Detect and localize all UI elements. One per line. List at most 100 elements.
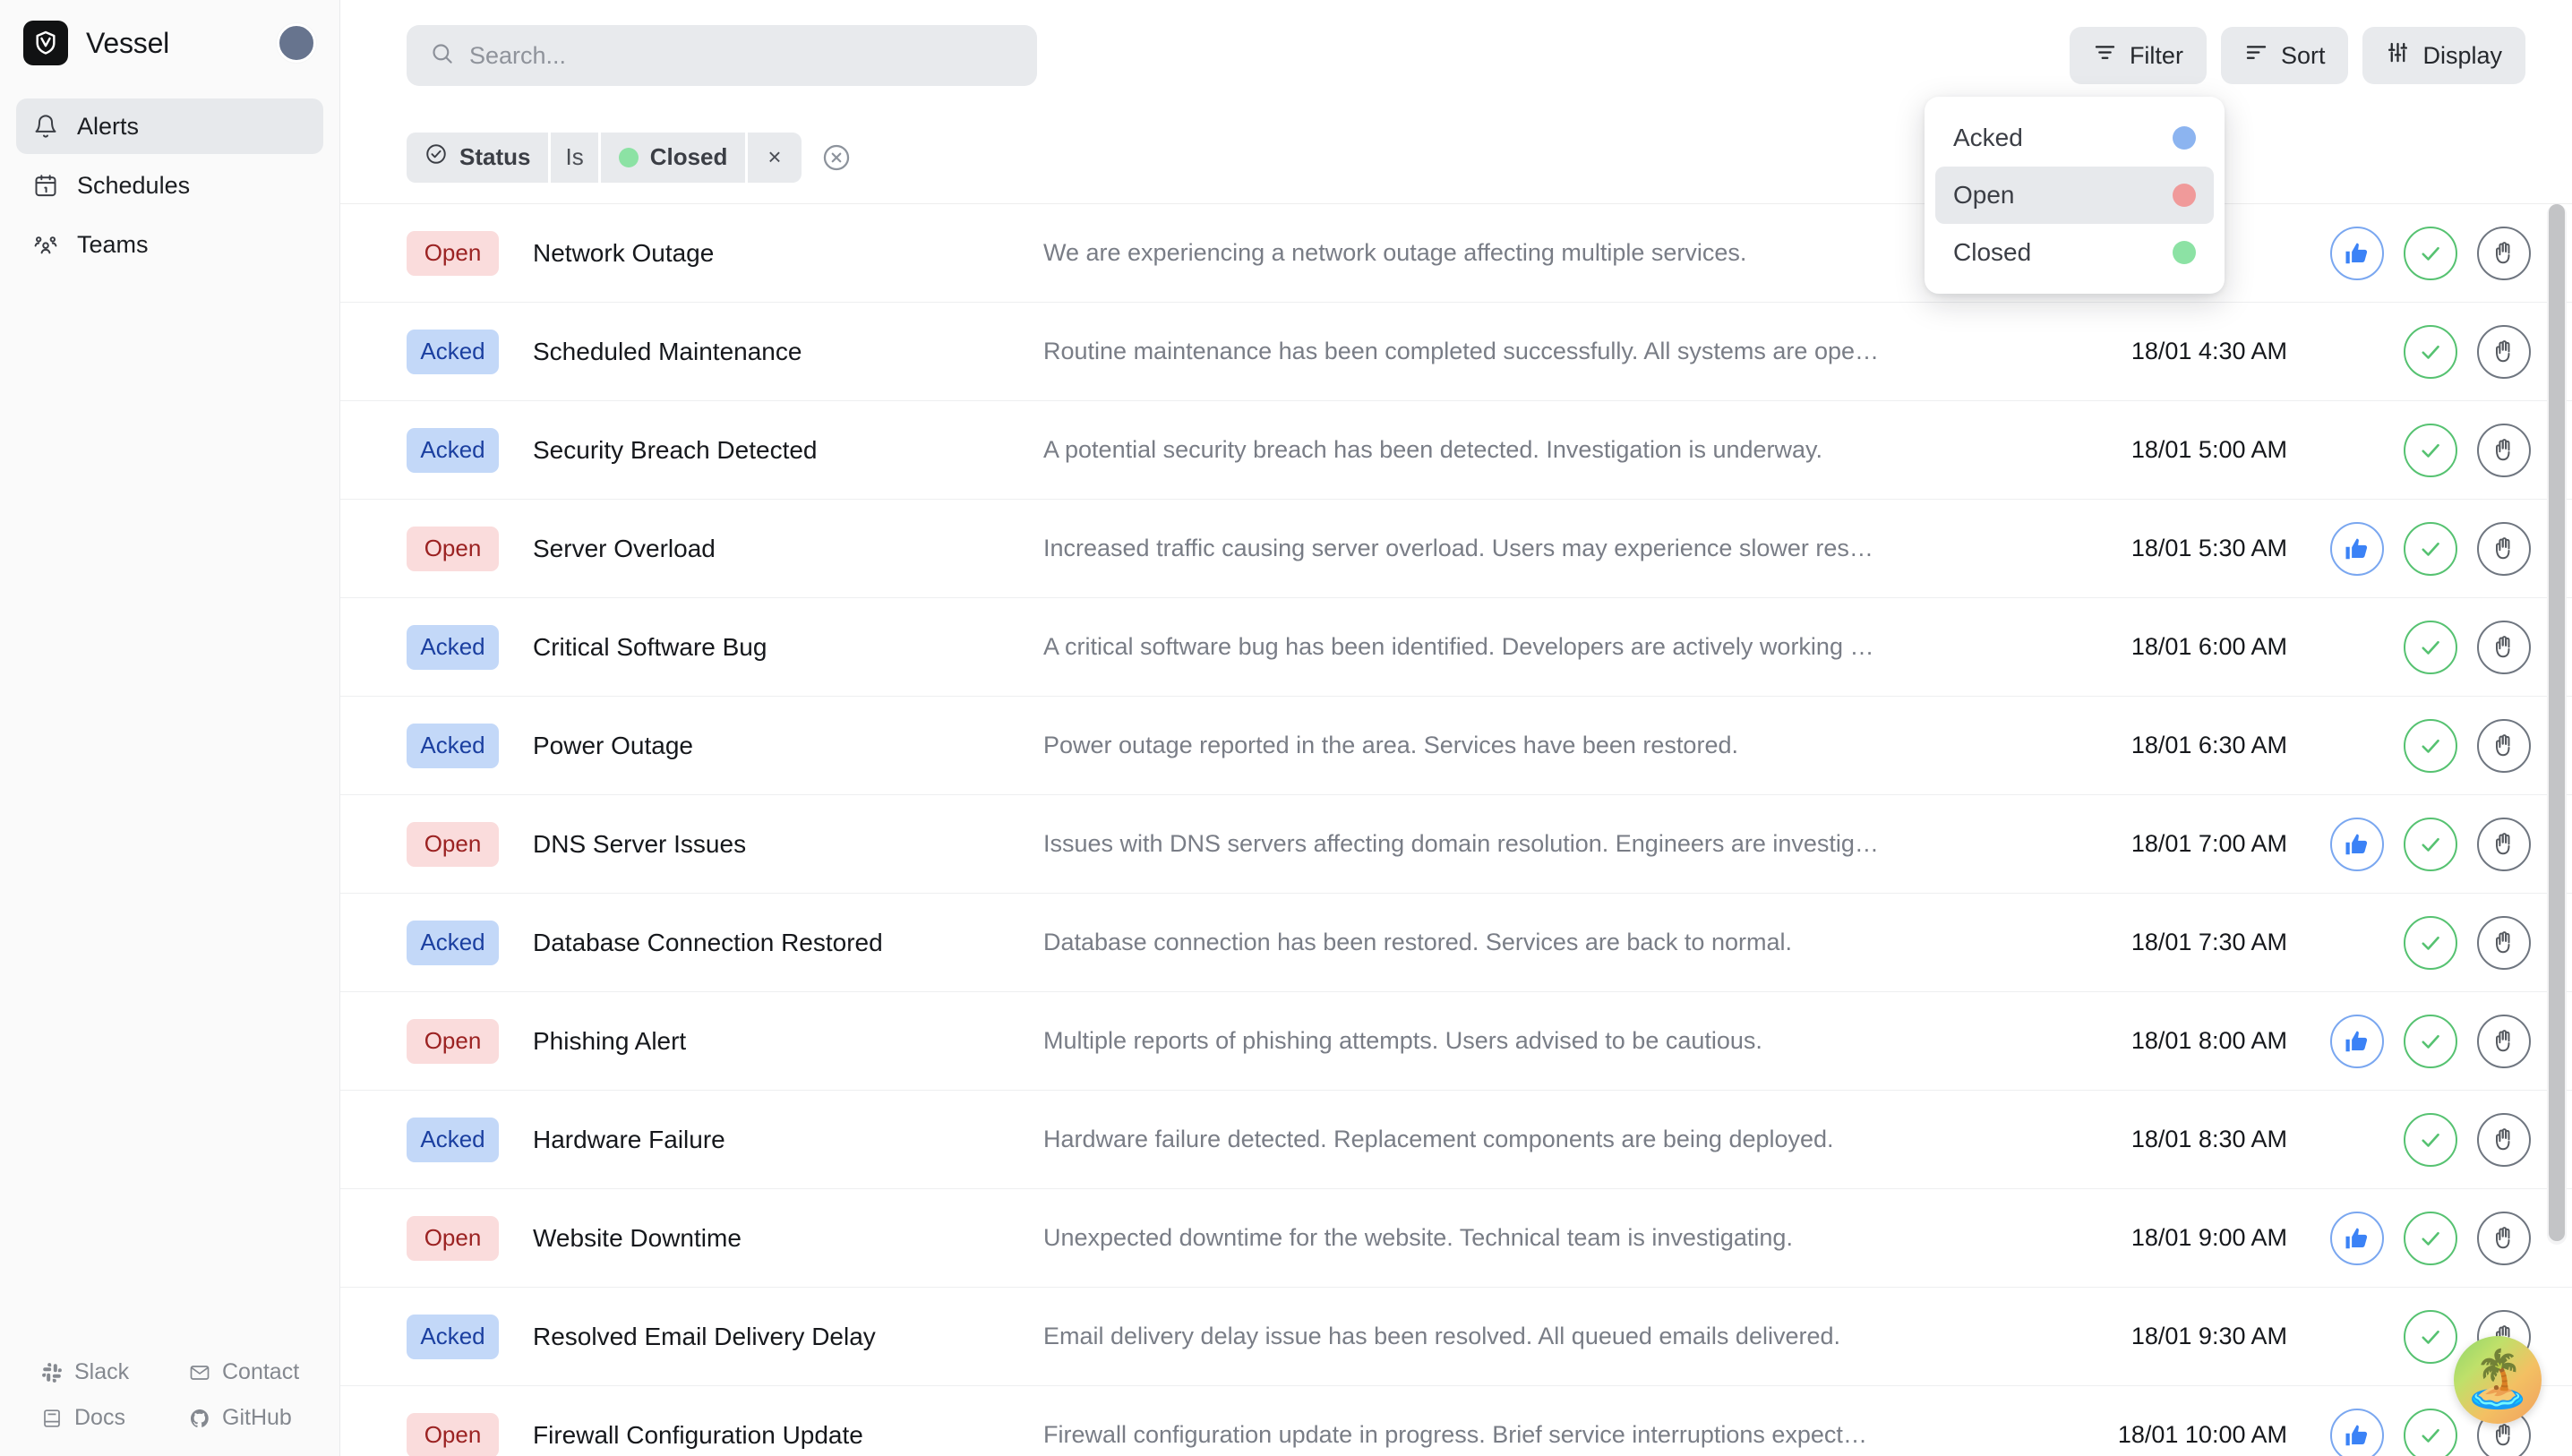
island-emoji-button[interactable]: 🏝️ [2454,1336,2542,1424]
alert-description: Routine maintenance has been completed s… [1043,338,1879,364]
row-actions [2325,521,2531,576]
filter-button[interactable]: Filter [2069,27,2207,84]
acknowledge-button[interactable] [2330,226,2384,280]
table-row[interactable]: Acked Critical Software Bug A critical sof… [340,598,2572,697]
sidebar-item-schedules[interactable]: Schedules [16,158,323,213]
table-row[interactable]: Open Website Downtime Unexpected downtime … [340,1189,2572,1288]
status-option-color-dot [2173,126,2196,150]
alert-title: Network Outage [533,238,715,267]
filter-lines-icon [2093,40,2117,71]
footer-link-docs[interactable]: Docs [41,1405,180,1431]
close-alert-button[interactable] [2404,324,2457,379]
hold-alert-button[interactable] [2477,1014,2531,1068]
acknowledge-button[interactable] [2330,1408,2384,1456]
close-alert-button[interactable] [2404,620,2457,674]
hold-alert-button[interactable] [2477,324,2531,379]
filter-chip-value-label: Closed [649,143,728,170]
row-actions [2325,1014,2531,1068]
acknowledge-button[interactable] [2330,521,2384,576]
acknowledge-button[interactable] [2330,817,2384,871]
sort-button[interactable]: Sort [2220,27,2349,84]
hold-alert-button[interactable] [2477,423,2531,477]
hold-alert-button[interactable] [2477,521,2531,576]
alert-timestamp: 18/01 6:30 AM [2130,732,2287,758]
hold-alert-button[interactable] [2477,915,2531,970]
status-badge: Acked [407,920,499,965]
filter-chip-operator[interactable]: Is [551,132,598,183]
status-option-color-dot [2173,241,2196,264]
table-row[interactable]: Acked Hardware Failure Hardware failure de… [340,1091,2572,1189]
footer-link-github[interactable]: GitHub [189,1405,339,1431]
close-alert-button[interactable] [2404,817,2457,871]
filter-chip-remove-label: × [767,143,782,170]
status-badge: Acked [407,723,499,768]
acknowledge-button[interactable] [2330,1014,2384,1068]
table-row[interactable]: Acked Security Breach Detected A potential… [340,401,2572,500]
footer-link-slack[interactable]: Slack [41,1359,180,1385]
search-box[interactable] [407,25,1037,86]
table-row[interactable]: Open Firewall Configuration Update Firewal… [340,1386,2572,1456]
sort-button-label: Sort [2280,41,2326,69]
hold-alert-button[interactable] [2477,817,2531,871]
hold-alert-button[interactable] [2477,1211,2531,1265]
table-row[interactable]: Acked Database Connection Restored Databas… [340,894,2572,992]
close-alert-button[interactable] [2404,915,2457,970]
sliders-icon [2386,40,2410,71]
calendar-icon [32,172,59,199]
close-alert-button[interactable] [2404,1408,2457,1456]
filter-chip: Status Is Closed × [407,132,802,183]
table-row[interactable]: Open Network Outage We are experiencing a … [340,204,2572,303]
vertical-scrollbar[interactable] [2547,204,2567,1245]
display-button[interactable]: Display [2362,27,2525,84]
status-option-closed[interactable]: Closed [1935,224,2214,281]
status-option-label: Acked [1953,124,2023,151]
status-option-open[interactable]: Open [1935,167,2214,224]
alert-timestamp: 18/01 8:30 AM [2130,1126,2287,1152]
table-row[interactable]: Acked Scheduled Maintenance Routine mainte… [340,303,2572,401]
hold-alert-button[interactable] [2477,620,2531,674]
close-alert-button[interactable] [2404,521,2457,576]
filter-chip-value[interactable]: Closed [600,132,746,183]
close-alert-button[interactable] [2404,718,2457,773]
alert-description: Email delivery delay issue has been reso… [1043,1323,1840,1349]
row-actions [2325,324,2531,379]
hold-alert-button[interactable] [2477,718,2531,773]
close-alert-button[interactable] [2404,1309,2457,1364]
row-actions [2325,1211,2531,1265]
sidebar-item-alerts[interactable]: Alerts [16,98,323,154]
footer-link-contact[interactable]: Contact [189,1359,339,1385]
row-actions [2325,423,2531,477]
alert-description: Unexpected downtime for the website. Tec… [1043,1224,1793,1251]
close-alert-button[interactable] [2404,423,2457,477]
acknowledge-button[interactable] [2330,1211,2384,1265]
user-avatar[interactable] [277,23,316,63]
close-alert-button[interactable] [2404,1112,2457,1167]
table-row[interactable]: Open Phishing Alert Multiple reports of ph… [340,992,2572,1091]
status-option-acked[interactable]: Acked [1935,109,2214,167]
row-actions [2325,915,2531,970]
close-alert-button[interactable] [2404,1014,2457,1068]
footer-link-label: Contact [222,1359,300,1384]
close-alert-button[interactable] [2404,226,2457,280]
filter-chip-remove-button[interactable]: × [748,132,802,183]
table-row[interactable]: Open DNS Server Issues Issues with DNS ser… [340,795,2572,894]
filter-chip-field[interactable]: Status [407,132,549,183]
close-alert-button[interactable] [2404,1211,2457,1265]
row-actions [2325,620,2531,674]
clear-all-filters-button[interactable] [821,142,852,173]
search-input[interactable] [469,41,1014,70]
brand[interactable]: Vessel [23,21,169,65]
hold-alert-button[interactable] [2477,1112,2531,1167]
sidebar-item-teams[interactable]: Teams [16,217,323,272]
row-actions [2325,1112,2531,1167]
table-row[interactable]: Acked Resolved Email Delivery Delay Email … [340,1288,2572,1386]
filter-button-label: Filter [2129,41,2183,69]
alert-title: Database Connection Restored [533,928,883,956]
table-row[interactable]: Acked Power Outage Power outage reported i… [340,697,2572,795]
alert-description: Power outage reported in the area. Servi… [1043,732,1738,758]
hold-alert-button[interactable] [2477,226,2531,280]
alert-title: Firewall Configuration Update [533,1420,863,1449]
status-color-dot [618,147,639,167]
table-row[interactable]: Open Server Overload Increased traffic cau… [340,500,2572,598]
scrollbar-thumb[interactable] [2549,204,2565,1241]
